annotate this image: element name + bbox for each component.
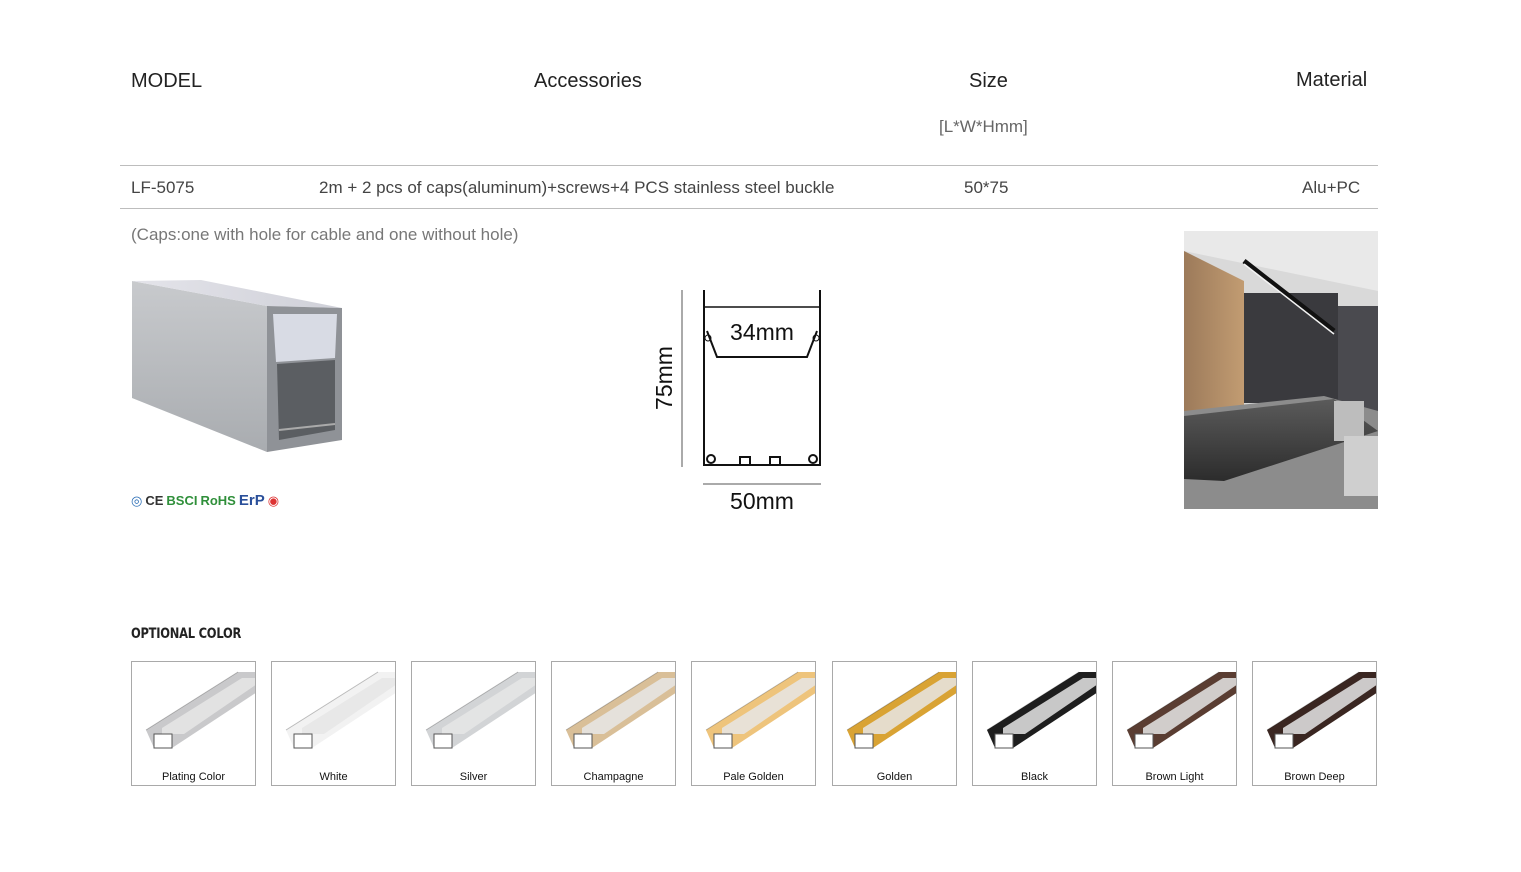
- color-swatch-label: Black: [1021, 771, 1048, 783]
- profile-swatch-icon: [1126, 671, 1236, 749]
- profile-swatch-icon: [565, 671, 675, 749]
- row-material: Alu+PC: [1302, 178, 1361, 197]
- color-swatch-label: Brown Light: [1145, 771, 1204, 783]
- color-swatch-label: White: [319, 771, 348, 783]
- color-swatch-label: Brown Deep: [1284, 771, 1345, 783]
- profile-swatch-icon: [285, 671, 395, 749]
- table-divider-bottom: [120, 208, 1378, 209]
- header-size-unit: [L*W*Hmm]: [939, 117, 1028, 136]
- cert-bsci: BSCI: [166, 493, 198, 508]
- color-swatch-label: Golden: [876, 771, 913, 783]
- color-swatch-label: Plating Color: [162, 771, 225, 783]
- cert-erp: ErP: [238, 492, 265, 509]
- color-swatch[interactable]: Brown Deep: [1252, 661, 1377, 786]
- cert-rohs: RoHS: [200, 493, 236, 508]
- header-size: Size: [969, 70, 1008, 92]
- color-swatch-label: Champagne: [583, 771, 644, 783]
- caps-note: (Caps:one with hole for cable and one wi…: [131, 225, 519, 244]
- cert-ce: CE: [145, 493, 164, 508]
- color-swatch[interactable]: White: [271, 661, 396, 786]
- row-size: 50*75: [964, 178, 1009, 197]
- dimension-drawing: 34mm 50mm 75mm: [651, 290, 821, 514]
- profile-swatch-icon: [1266, 671, 1376, 749]
- profile-swatch-icon: [145, 671, 255, 749]
- color-swatch[interactable]: Golden: [832, 661, 957, 786]
- profile-swatch-icon: [986, 671, 1096, 749]
- optional-color-title: OPTIONAL COLOR: [131, 626, 242, 642]
- color-swatch[interactable]: Champagne: [551, 661, 676, 786]
- row-model: LF-5075: [131, 178, 195, 197]
- certification-badges: ◎ CE BSCI RoHS ErP ◉: [131, 492, 282, 510]
- dim-inner-label: 34mm: [730, 319, 794, 345]
- cert-icon: ◎: [131, 493, 143, 508]
- cert-saa-icon: ◉: [267, 493, 280, 508]
- dim-height-label: 75mm: [651, 346, 677, 410]
- color-swatch[interactable]: Brown Light: [1112, 661, 1237, 786]
- dim-width-label: 50mm: [730, 488, 794, 514]
- color-swatch[interactable]: Black: [972, 661, 1097, 786]
- color-swatch-label: Silver: [459, 771, 488, 783]
- header-accessories: Accessories: [534, 70, 642, 92]
- product-profile-image: [132, 280, 342, 452]
- table-divider-top: [120, 165, 1378, 166]
- profile-swatch-icon: [846, 671, 956, 749]
- profile-swatch-icon: [425, 671, 535, 749]
- header-model: MODEL: [131, 70, 203, 92]
- application-photo: [1184, 231, 1378, 509]
- profile-swatch-icon: [705, 671, 815, 749]
- color-swatch[interactable]: Plating Color: [131, 661, 256, 786]
- row-accessories: 2m + 2 pcs of caps(aluminum)+screws+4 PC…: [319, 178, 835, 197]
- color-swatch-label: Pale Golden: [723, 771, 784, 783]
- color-swatch[interactable]: Pale Golden: [691, 661, 816, 786]
- color-swatch[interactable]: Silver: [411, 661, 536, 786]
- header-material: Material: [1296, 69, 1368, 91]
